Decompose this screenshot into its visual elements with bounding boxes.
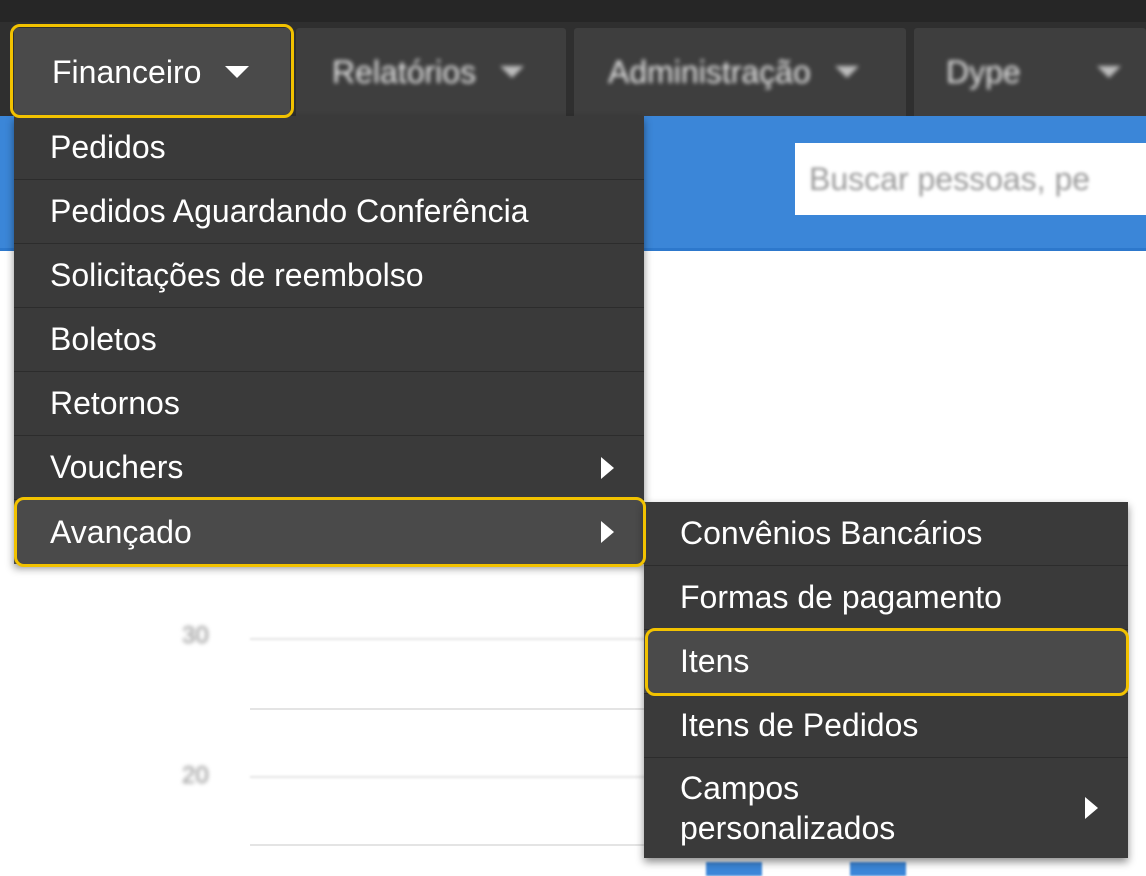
search-input[interactable] bbox=[809, 160, 1146, 198]
menu-item-avancado[interactable]: Avançado bbox=[14, 500, 644, 564]
menu-item-label: Itens bbox=[680, 643, 750, 679]
menu-item-formas-de-pagamento[interactable]: Formas de pagamento bbox=[644, 566, 1128, 630]
nav-tab-label: Financeiro bbox=[52, 53, 202, 90]
top-nav-bar: Financeiro Relatórios Administração Dype bbox=[0, 0, 1146, 116]
menu-item-label: Formas de pagamento bbox=[680, 579, 1002, 615]
chevron-down-icon bbox=[500, 66, 525, 78]
nav-tab-dype[interactable]: Dype bbox=[914, 28, 1146, 116]
menu-item-retornos[interactable]: Retornos bbox=[14, 372, 644, 436]
chevron-right-icon bbox=[1085, 797, 1098, 819]
menu-item-campos-personalizados[interactable]: Campos personalizados bbox=[644, 758, 1128, 858]
menu-item-label: Convênios Bancários bbox=[680, 515, 983, 551]
nav-tab-financeiro[interactable]: Financeiro bbox=[14, 28, 290, 116]
menu-item-label: Boletos bbox=[50, 321, 157, 357]
avancado-submenu: Convênios Bancários Formas de pagamento … bbox=[644, 502, 1128, 858]
menu-item-label: Vouchers bbox=[50, 449, 184, 485]
menu-item-convenios-bancarios[interactable]: Convênios Bancários bbox=[644, 502, 1128, 566]
nav-tab-administracao[interactable]: Administração bbox=[574, 28, 906, 116]
menu-item-label: Solicitações de reembolso bbox=[50, 257, 424, 293]
chevron-down-icon bbox=[1096, 66, 1121, 78]
menu-item-solicitacoes-de-reembolso[interactable]: Solicitações de reembolso bbox=[14, 244, 644, 308]
top-nav-strip bbox=[0, 0, 1146, 22]
gridline bbox=[250, 638, 670, 640]
menu-item-label: Campos personalizados bbox=[680, 770, 896, 846]
nav-tab-relatorios[interactable]: Relatórios bbox=[296, 28, 566, 116]
chevron-right-icon bbox=[601, 521, 614, 543]
y-tick-label: 20 bbox=[182, 762, 209, 789]
nav-tab-label: Relatórios bbox=[332, 53, 477, 90]
financeiro-dropdown-menu: Pedidos Pedidos Aguardando Conferência S… bbox=[14, 116, 644, 564]
chevron-down-icon bbox=[225, 66, 250, 78]
chart-bar bbox=[706, 862, 762, 876]
nav-tab-label: Dype bbox=[946, 53, 1021, 90]
menu-item-itens-de-pedidos[interactable]: Itens de Pedidos bbox=[644, 694, 1128, 758]
gridline bbox=[250, 844, 670, 846]
menu-item-label: Retornos bbox=[50, 385, 180, 421]
y-tick-label: 30 bbox=[182, 622, 209, 649]
gridline bbox=[250, 776, 670, 778]
menu-item-itens[interactable]: Itens bbox=[644, 630, 1128, 694]
menu-item-vouchers[interactable]: Vouchers bbox=[14, 436, 644, 500]
chart-bar bbox=[850, 862, 906, 876]
nav-tab-label: Administração bbox=[608, 53, 811, 90]
menu-item-label: Avançado bbox=[50, 513, 192, 550]
gridline bbox=[250, 708, 670, 710]
search-box[interactable] bbox=[795, 143, 1146, 215]
menu-item-label: Itens de Pedidos bbox=[680, 707, 919, 743]
menu-item-label: Pedidos Aguardando Conferência bbox=[50, 193, 529, 229]
menu-item-pedidos-aguardando-conferencia[interactable]: Pedidos Aguardando Conferência bbox=[14, 180, 644, 244]
menu-item-pedidos[interactable]: Pedidos bbox=[14, 116, 644, 180]
menu-item-boletos[interactable]: Boletos bbox=[14, 308, 644, 372]
menu-item-label: Pedidos bbox=[50, 129, 166, 165]
chevron-down-icon bbox=[834, 66, 859, 78]
chevron-right-icon bbox=[601, 456, 614, 479]
